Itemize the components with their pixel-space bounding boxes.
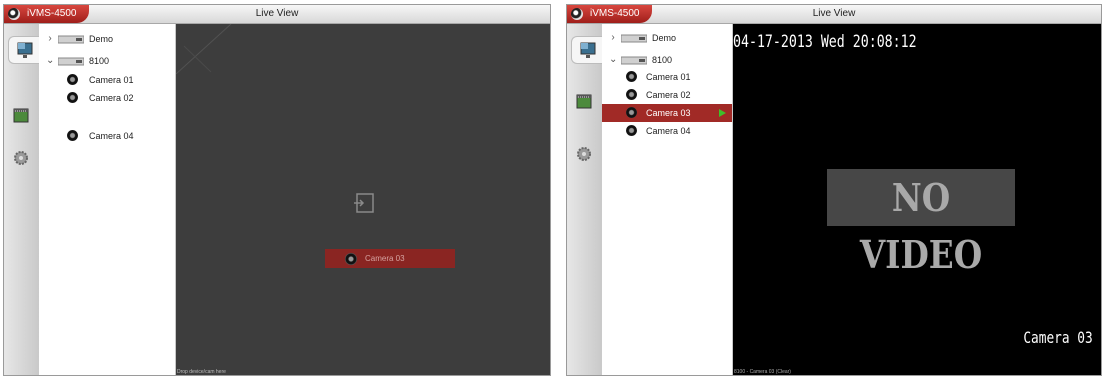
tree-item-label: Demo (652, 33, 677, 43)
tree-device-8100[interactable]: ⌄ 8100 (39, 52, 175, 70)
dvr-device-icon (621, 34, 647, 43)
video-viewport[interactable]: 04-17-2013 Wed 20:08:12 NO VIDEO Camera … (733, 24, 1101, 375)
side-toolbar (567, 24, 603, 375)
camera-icon (67, 92, 78, 103)
camera-icon (626, 89, 637, 100)
settings-gear-icon (14, 151, 28, 165)
no-video-text: NO VIDEO (859, 175, 983, 277)
tree-camera-02[interactable]: Camera 02 (39, 89, 175, 107)
title-bar: Live View iVMS-4500 (567, 5, 1101, 24)
live-view-drop-area[interactable]: Camera 03 Drop device/cam here (176, 24, 550, 375)
app-window-right: Live View iVMS-4500 › Demo ⌄ 8100 Camera… (566, 4, 1102, 376)
chevron-right-icon[interactable]: › (46, 30, 54, 48)
tree-item-label: Camera 02 (89, 93, 134, 103)
camera-icon (67, 130, 78, 141)
settings-button[interactable] (571, 141, 597, 167)
settings-gear-icon (577, 147, 591, 161)
device-tree: › Demo ⌄ 8100 Camera 01 Camera 02 Camera… (39, 24, 176, 375)
chevron-down-icon[interactable]: ⌄ (46, 52, 54, 70)
app-tab[interactable]: iVMS-4500 (4, 5, 89, 23)
device-tree: › Demo ⌄ 8100 Camera 01 Camera 02 Camera… (602, 24, 733, 375)
dvr-device-icon (58, 35, 84, 44)
title-bar: Live View iVMS-4500 (4, 5, 550, 24)
tree-item-label: Demo (89, 34, 114, 44)
play-icon[interactable] (719, 109, 726, 117)
tree-camera-03[interactable]: Camera 03 (602, 104, 732, 122)
tree-item-label: Camera 02 (646, 90, 691, 100)
tree-camera-02[interactable]: Camera 02 (602, 86, 732, 104)
dvr-device-icon (58, 57, 84, 66)
tree-item-label: 8100 (89, 56, 110, 66)
diagonal-decoration (176, 24, 232, 74)
app-name: iVMS-4500 (27, 8, 77, 19)
camera-icon (626, 125, 637, 136)
app-tab[interactable]: iVMS-4500 (567, 5, 652, 23)
app-logo-icon (8, 8, 20, 20)
tree-camera-04[interactable]: Camera 04 (39, 127, 175, 145)
no-video-overlay: NO VIDEO (827, 169, 1015, 277)
tree-device-demo[interactable]: › Demo (602, 29, 732, 47)
tree-device-demo[interactable]: › Demo (39, 30, 175, 48)
app-window-left: Live View iVMS-4500 › Demo ⌄ 8100 Camera… (3, 4, 551, 376)
osd-timestamp: 04-17-2013 Wed 20:08:12 (733, 32, 917, 52)
tree-item-label: Camera 01 (89, 75, 134, 85)
settings-button[interactable] (8, 145, 34, 171)
live-view-icon (580, 42, 595, 58)
playback-icon (576, 94, 592, 109)
app-logo-icon (571, 8, 583, 20)
playback-button[interactable] (8, 102, 34, 128)
live-view-button[interactable] (8, 36, 40, 64)
tree-device-8100[interactable]: ⌄ 8100 (602, 51, 732, 69)
playback-button[interactable] (571, 88, 597, 114)
tree-camera-04[interactable]: Camera 04 (602, 122, 732, 140)
tree-item-label: Camera 03 (646, 108, 691, 118)
drop-target-icon (354, 193, 374, 213)
dvr-device-icon (621, 56, 647, 65)
live-view-button[interactable] (571, 36, 603, 64)
tree-item-label: Camera 04 (646, 126, 691, 136)
chevron-right-icon[interactable]: › (609, 29, 617, 47)
chevron-down-icon[interactable]: ⌄ (609, 51, 617, 69)
tree-camera-01[interactable]: Camera 01 (602, 68, 732, 86)
live-view-icon (17, 42, 32, 58)
app-name: iVMS-4500 (590, 8, 640, 19)
playback-icon (13, 108, 29, 123)
dragged-camera-label: Camera 03 (365, 254, 405, 263)
camera-icon (626, 71, 637, 82)
osd-camera-name: Camera 03 (1023, 328, 1093, 347)
stream-status: 8100 - Camera 03 (Clear) (734, 369, 791, 375)
tree-item-label: 8100 (652, 55, 673, 65)
drop-hint: Drop device/cam here (177, 369, 226, 375)
camera-icon (345, 253, 357, 265)
tree-item-label: Camera 04 (89, 131, 134, 141)
dragged-camera-item[interactable]: Camera 03 (325, 249, 455, 268)
camera-icon (67, 74, 78, 85)
tree-item-label: Camera 01 (646, 72, 691, 82)
tree-camera-01[interactable]: Camera 01 (39, 71, 175, 89)
camera-icon (626, 107, 637, 118)
side-toolbar (4, 24, 40, 375)
